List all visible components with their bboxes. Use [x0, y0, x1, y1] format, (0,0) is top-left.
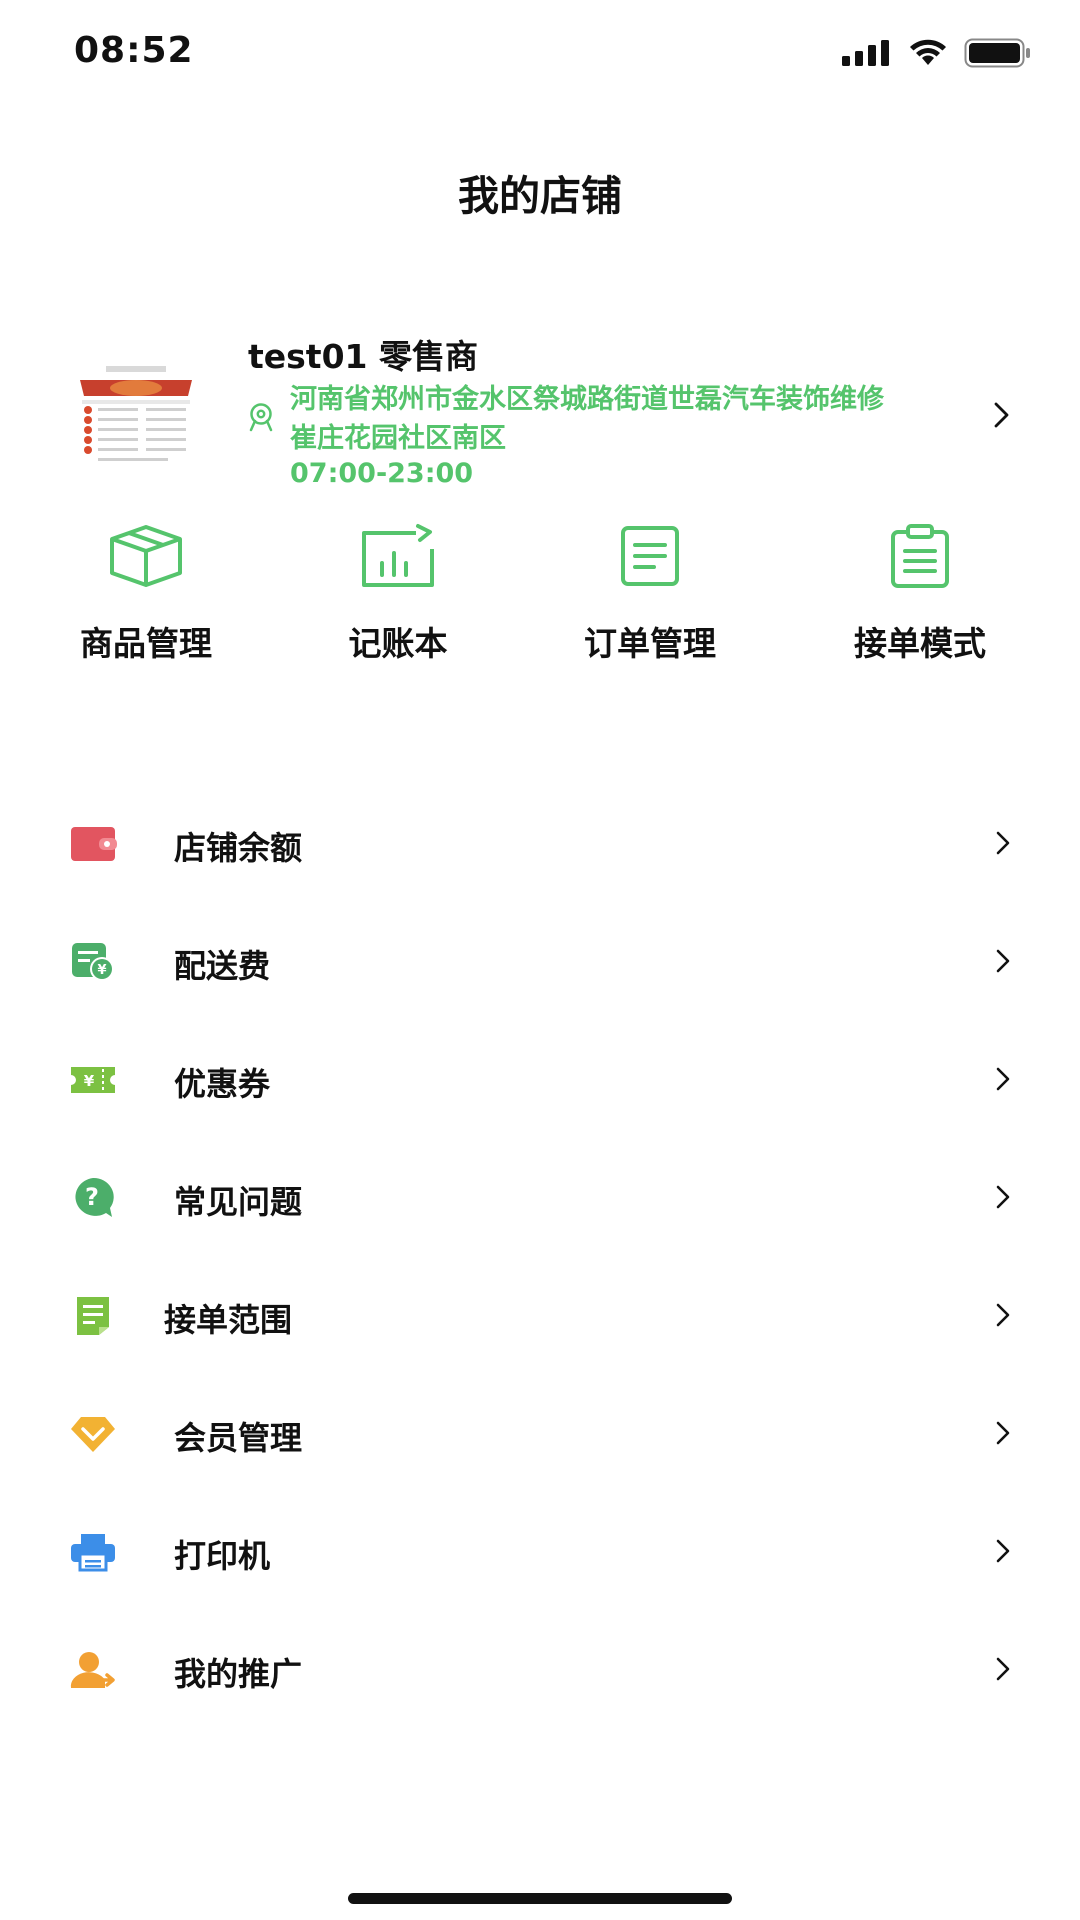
- action-label: 订单管理: [584, 624, 716, 663]
- action-order-management[interactable]: 订单管理: [550, 515, 750, 665]
- menu-list: 店铺余额 ¥ 配送费 ¥ 优惠券 ? 常见问题 接单范围 会员管理 打印机 我的…: [0, 785, 1080, 1729]
- menu-item-delivery-fee[interactable]: ¥ 配送费: [0, 903, 1080, 1021]
- wifi-icon: [910, 39, 946, 65]
- menu-label: 我的推广: [174, 1655, 303, 1693]
- quick-actions: 商品管理 记账本 订单管理 接单模式: [0, 515, 1080, 663]
- menu-label: 接单范围: [164, 1301, 293, 1339]
- coupon-icon: ¥: [71, 1067, 115, 1093]
- menu-label: 打印机: [174, 1537, 271, 1575]
- menu-item-my-promotion[interactable]: 我的推广: [0, 1611, 1080, 1729]
- document-icon: [621, 526, 679, 586]
- action-label: 接单模式: [854, 624, 986, 663]
- svg-text:?: ?: [85, 1183, 99, 1211]
- action-account-book[interactable]: 记账本: [298, 515, 498, 665]
- cellular-signal-icon: [842, 40, 889, 66]
- chevron-right-icon: [994, 402, 1009, 428]
- question-icon: ?: [75, 1177, 114, 1217]
- store-info-card[interactable]: test01 零售商 河南省郑州市金水区祭城路街道世磊汽车装饰维修崔庄花园社区南…: [0, 322, 1080, 498]
- home-indicator[interactable]: [348, 1893, 732, 1904]
- store-thumbnail: [76, 362, 196, 472]
- menu-item-printer[interactable]: 打印机: [0, 1493, 1080, 1611]
- menu-label: 店铺余额: [174, 829, 303, 867]
- printer-icon: [71, 1534, 115, 1572]
- action-product-management[interactable]: 商品管理: [46, 515, 246, 665]
- chevron-right-icon: [996, 1657, 1010, 1681]
- store-address: 河南省郑州市金水区祭城路街道世磊汽车装饰维修崔庄花园社区南区: [290, 384, 884, 454]
- menu-item-faq[interactable]: ? 常见问题: [0, 1139, 1080, 1257]
- menu-label: 常见问题: [174, 1183, 303, 1221]
- svg-text:¥: ¥: [84, 1072, 95, 1090]
- chevron-right-icon: [996, 949, 1010, 973]
- chevron-right-icon: [996, 1067, 1010, 1091]
- svg-text:¥: ¥: [97, 963, 106, 978]
- menu-item-coupon[interactable]: ¥ 优惠券: [0, 1021, 1080, 1139]
- menu-label: 会员管理: [174, 1419, 303, 1457]
- store-name: test01 零售商: [248, 337, 478, 376]
- menu-item-member-management[interactable]: 会员管理: [0, 1375, 1080, 1493]
- status-bar: 08:52: [0, 0, 1080, 110]
- chevron-right-icon: [996, 1539, 1010, 1563]
- menu-label: 优惠券: [174, 1065, 271, 1103]
- action-label: 记账本: [348, 624, 448, 663]
- status-time: 08:52: [74, 30, 194, 71]
- chart-icon: [362, 524, 434, 587]
- box-icon: [110, 525, 182, 587]
- location-icon: [249, 403, 273, 432]
- menu-item-order-range[interactable]: 接单范围: [0, 1257, 1080, 1375]
- user-share-icon: [70, 1652, 115, 1688]
- chevron-right-icon: [996, 831, 1010, 855]
- diamond-icon: [71, 1417, 115, 1452]
- chevron-right-icon: [996, 1421, 1010, 1445]
- wallet-icon: [71, 827, 117, 861]
- menu-label: 配送费: [174, 947, 271, 985]
- clipboard-icon: [891, 524, 949, 588]
- store-hours: 07:00-23:00: [290, 458, 474, 489]
- action-label: 商品管理: [80, 624, 212, 663]
- status-icons: [842, 38, 1032, 68]
- page-title: 我的店铺: [458, 172, 622, 220]
- document-green-icon: [77, 1297, 109, 1335]
- delivery-fee-icon: ¥: [72, 943, 114, 981]
- my-store-page: 08:52 我的店铺 test01 零售商 河南省郑州市金水区祭城路街道世磊汽车…: [0, 0, 1080, 1920]
- action-order-mode[interactable]: 接单模式: [820, 515, 1020, 665]
- chevron-right-icon: [996, 1185, 1010, 1209]
- menu-item-store-balance[interactable]: 店铺余额: [0, 785, 1080, 903]
- chevron-right-icon: [996, 1303, 1010, 1327]
- battery-icon: [964, 38, 1030, 68]
